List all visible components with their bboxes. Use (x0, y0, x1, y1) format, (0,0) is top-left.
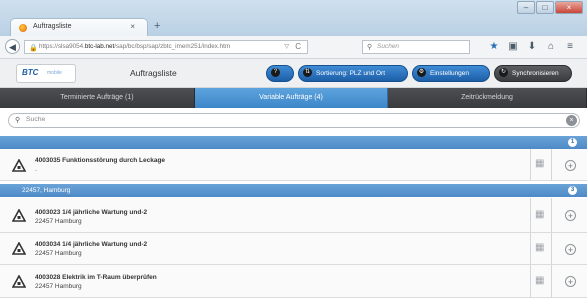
clear-search-icon[interactable]: × (566, 115, 577, 126)
browser-nav-bar: ◀ 🔒 https://slsa9054.btc-lab.net/sap/bc/… (0, 36, 587, 59)
map-button[interactable]: ▦ (530, 265, 552, 297)
sync-button-label: Synchronisieren (512, 70, 559, 77)
search-placeholder: Suche (26, 116, 46, 123)
order-tabs: Terminierte Aufträge (1) Variable Aufträ… (0, 88, 587, 108)
back-button[interactable]: ◀ (5, 39, 20, 54)
list-item-subtitle: 22457 Hamburg (35, 283, 82, 290)
menu-icon[interactable]: ≡ (562, 40, 578, 54)
search-input[interactable]: ⚲ Suche × (8, 113, 580, 128)
tab-time-confirmation[interactable]: Zeitrückmeldung (388, 88, 587, 108)
new-tab-button[interactable]: + (154, 20, 160, 32)
list-item-title: 4003034 1/4 jährliche Wartung und-2 (35, 241, 148, 248)
map-button[interactable]: ▦ (530, 233, 552, 264)
list-divider: 1 (0, 136, 587, 149)
btc-logo: BTC mobile (16, 64, 76, 83)
list-item-subtitle: . (35, 166, 37, 173)
page-title: Auftragsliste (130, 68, 177, 78)
search-icon: ⚲ (367, 44, 373, 51)
list-item-subtitle: 22457 Hamburg (35, 250, 82, 257)
bookmark-star-icon[interactable]: ★ (486, 40, 502, 54)
map-button[interactable]: ▦ (530, 198, 552, 232)
map-icon: ▦ (535, 242, 545, 253)
bookmarks-list-icon[interactable]: ▣ (505, 40, 521, 54)
settings-button-label: Einstellungen (430, 70, 470, 77)
tab-close-icon[interactable]: × (130, 22, 135, 31)
app-header: BTC mobile Auftragsliste ? ⇅ Sortierung: … (0, 59, 587, 88)
browser-tab[interactable]: Auftragsliste × (10, 18, 148, 36)
list-item-title: 4003023 1/4 jährliche Wartung und-2 (35, 209, 148, 216)
work-order-icon (12, 275, 26, 288)
count-badge: 3 (568, 186, 577, 195)
map-button[interactable]: ▦ (530, 149, 552, 180)
lock-icon: 🔒 (29, 45, 38, 52)
sort-icon: ⇅ (303, 68, 312, 77)
browser-search-box[interactable]: ⚲ Suchen (362, 40, 470, 54)
work-order-icon (12, 242, 26, 255)
add-icon[interactable]: + (565, 276, 576, 287)
minimize-button[interactable]: – (517, 1, 535, 14)
maximize-button[interactable]: □ (536, 1, 554, 14)
list-item-title: 4003028 Elektrik im T-Raum überprüfen (35, 274, 157, 281)
browser-toolbar-icons: ★ ▣ ⬇ ⌂ ≡ (486, 40, 581, 54)
list-divider: 22457, Hamburg 3 (0, 184, 587, 197)
add-icon[interactable]: + (565, 160, 576, 171)
help-icon: ? (271, 68, 280, 77)
sort-button-label: Sortierung: PLZ und Ort (316, 70, 386, 77)
sort-button[interactable]: ⇅ Sortierung: PLZ und Ort (298, 65, 408, 82)
tab-title: Auftragsliste (33, 23, 72, 30)
search-icon: ⚲ (15, 117, 21, 124)
home-icon[interactable]: ⌂ (543, 40, 559, 54)
firefox-icon (19, 24, 27, 32)
settings-button[interactable]: ⚙ Einstellungen (412, 65, 490, 82)
sync-icon: ↻ (499, 68, 508, 77)
tab-scheduled-orders[interactable]: Terminierte Aufträge (1) (0, 88, 195, 108)
close-window-button[interactable]: × (555, 1, 583, 14)
window-controls: – □ × (516, 1, 583, 16)
browser-search-placeholder: Suchen (377, 43, 400, 50)
settings-icon: ⚙ (417, 68, 426, 77)
map-icon: ▦ (535, 158, 545, 169)
url-dropdown-icon[interactable]: ▽ (284, 43, 289, 50)
divider-label: 22457, Hamburg (22, 187, 71, 194)
address-bar[interactable]: 🔒 https://slsa9054.btc-lab.net/sap/bc/bs… (24, 40, 308, 54)
work-order-icon (12, 209, 26, 222)
list-item-subtitle: 22457 Hamburg (35, 218, 82, 225)
sync-button[interactable]: ↻ Synchronisieren (494, 65, 572, 82)
url-text: https://slsa9054.btc-lab.net/sap/bc/bsp/… (39, 43, 231, 50)
browser-window: Auftragsliste × + – □ × ◀ 🔒 https://slsa… (0, 0, 587, 308)
download-icon[interactable]: ⬇ (524, 40, 540, 54)
list-item[interactable]: 4003035 Funktionsstörung durch Leckage .… (0, 149, 587, 181)
list-item[interactable]: 4003023 1/4 jährliche Wartung und-2 2245… (0, 198, 587, 233)
add-icon[interactable]: + (565, 244, 576, 255)
reload-icon[interactable]: C (295, 42, 301, 51)
map-icon: ▦ (535, 275, 545, 286)
list-item[interactable]: 4003028 Elektrik im T-Raum überprüfen 22… (0, 265, 587, 298)
browser-tab-bar: Auftragsliste × + – □ × (0, 0, 587, 36)
help-button[interactable]: ? (266, 65, 294, 82)
tab-variable-orders[interactable]: Variable Aufträge (4) (195, 88, 388, 108)
add-icon[interactable]: + (565, 210, 576, 221)
list-item[interactable]: 4003034 1/4 jährliche Wartung und-2 2245… (0, 233, 587, 265)
map-icon: ▦ (535, 209, 545, 220)
work-order-icon (12, 159, 26, 172)
list-item-title: 4003035 Funktionsstörung durch Leckage (35, 157, 166, 164)
count-badge: 1 (568, 138, 577, 147)
